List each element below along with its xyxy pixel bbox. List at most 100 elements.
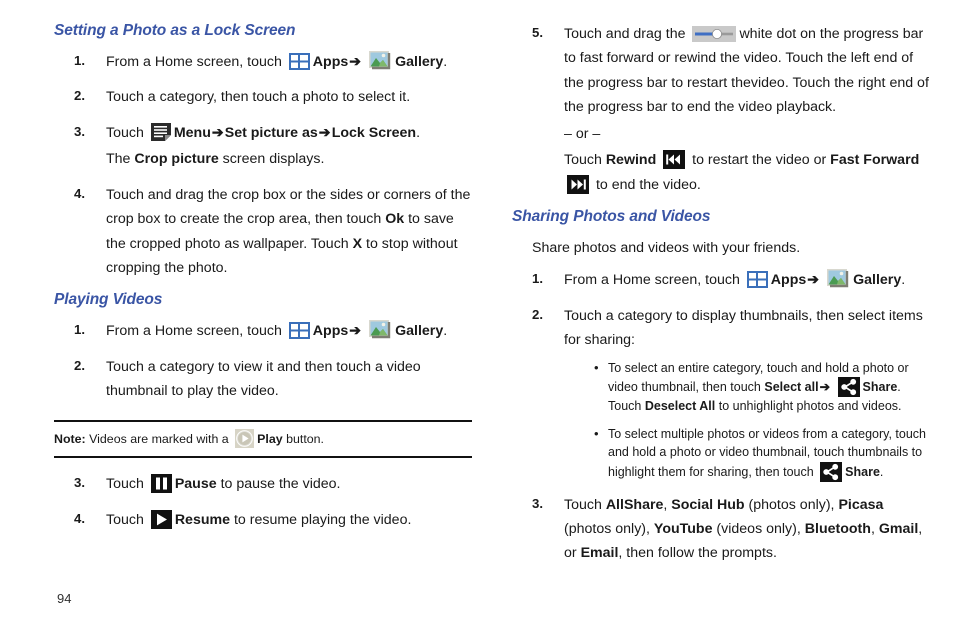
- select-all-label: Select all: [764, 380, 819, 395]
- apps-label: Apps: [770, 272, 807, 289]
- heading-setting-photo-lock-screen: Setting a Photo as a Lock Screen: [54, 22, 296, 39]
- arrow-icon: ➔: [318, 124, 331, 141]
- lock-screen-steps: 1. From a Home screen, touch Apps➔ Galle…: [54, 50, 472, 280]
- period: .: [416, 124, 421, 141]
- arrow-icon: ➔: [807, 272, 820, 289]
- apps-grid-icon[interactable]: [288, 322, 310, 340]
- share-nodes-icon[interactable]: [837, 377, 860, 398]
- step-item: 3. Touch Menu➔Set picture as➔Lock Screen…: [54, 121, 472, 172]
- right-column: 5. Touch and drag the white dot on the p…: [512, 22, 930, 577]
- page-number: 94: [57, 591, 72, 606]
- ok-label: Ok: [385, 211, 405, 228]
- rewind-label: Rewind: [605, 152, 657, 169]
- arrow-icon: ➔: [349, 323, 362, 340]
- step-text: Touch a category to display thumbnails, …: [564, 307, 923, 349]
- step-number: 2.: [74, 88, 85, 104]
- step-number: 3.: [74, 475, 85, 491]
- step-item: 1. From a Home screen, touch Apps➔ Galle…: [54, 50, 472, 74]
- gallery-photo-icon[interactable]: [369, 320, 392, 339]
- text: to restart the video or: [688, 152, 831, 169]
- step-number: 1.: [74, 322, 85, 338]
- apps-label: Apps: [312, 323, 349, 340]
- arrow-icon: ➔: [819, 380, 831, 395]
- text: to end the video.: [592, 176, 701, 193]
- step-number: 4.: [74, 185, 85, 201]
- play-circle-icon[interactable]: [235, 428, 255, 448]
- fast-forward-icon[interactable]: [567, 174, 589, 194]
- resume-play-icon[interactable]: [150, 509, 172, 529]
- pause-icon[interactable]: [150, 474, 172, 494]
- apps-grid-icon[interactable]: [288, 53, 310, 70]
- apps-label: Apps: [312, 54, 349, 70]
- step-text: Touch: [106, 476, 144, 493]
- share-nodes-icon[interactable]: [820, 461, 843, 482]
- step-item: 2. Touch a category, then touch a photo …: [54, 85, 472, 109]
- play-label: Play: [257, 431, 283, 446]
- step-number: 3.: [532, 495, 543, 511]
- list-item: To select an entire category, touch and …: [594, 358, 930, 416]
- step-item: 1. From a Home screen, touch Apps➔ Galle…: [512, 268, 930, 292]
- pause-resume-steps: 3. Touch Pause to pause the video. 4. To…: [54, 472, 472, 532]
- manual-page: Setting a Photo as a Lock Screen 1. From…: [0, 0, 954, 636]
- gallery-label: Gallery: [395, 323, 444, 340]
- step-text: Touch: [564, 496, 606, 513]
- crop-picture-note: The Crop picture screen displays.: [106, 147, 472, 171]
- progress-slider-icon[interactable]: [692, 26, 737, 42]
- arrow-icon: ➔: [211, 124, 224, 141]
- step-number: 4.: [74, 510, 85, 526]
- text: The: [106, 151, 135, 168]
- x-label: X: [352, 235, 363, 252]
- note-text: Videos are marked with a: [85, 431, 229, 446]
- period: .: [443, 323, 448, 340]
- rewind-icon[interactable]: [663, 150, 686, 170]
- step-item: 2. Touch a category to display thumbnail…: [512, 304, 930, 482]
- step-number: 5.: [532, 25, 543, 40]
- step-text: Touch: [106, 511, 144, 528]
- gallery-photo-icon[interactable]: [827, 269, 850, 288]
- lock-screen-label: Lock Screen: [331, 124, 417, 141]
- pause-label: Pause: [174, 476, 217, 493]
- picasa-label: Picasa: [838, 496, 884, 513]
- gmail-label: Gmail: [878, 521, 919, 538]
- step-number: 1.: [532, 271, 543, 287]
- step-item: 3. Touch Pause to pause the video.: [54, 472, 472, 496]
- or-separator: – or –: [564, 125, 601, 142]
- step-text: From a Home screen, touch: [106, 323, 282, 340]
- crop-picture-label: Crop picture: [134, 151, 219, 168]
- step-text: Touch: [106, 124, 144, 141]
- step-text: Touch and drag the: [564, 26, 686, 42]
- resume-label: Resume: [174, 511, 231, 528]
- email-label: Email: [580, 545, 619, 562]
- fast-forward-label: Fast Forward: [830, 152, 920, 169]
- list-item: To select multiple photos or videos from…: [594, 424, 930, 482]
- arrow-icon: ➔: [349, 54, 362, 70]
- menu-list-icon[interactable]: [150, 122, 171, 141]
- step-item: 1. From a Home screen, touch Apps➔ Galle…: [54, 319, 472, 343]
- sharing-steps: 1. From a Home screen, touch Apps➔ Galle…: [512, 268, 930, 566]
- share-label: Share: [862, 380, 898, 395]
- heading-sharing-photos-videos: Sharing Photos and Videos: [512, 207, 711, 225]
- text: screen displays.: [218, 151, 325, 168]
- step-item: 3. Touch AllShare, Social Hub (photos on…: [512, 493, 930, 566]
- selection-bullets: To select an entire category, touch and …: [564, 358, 930, 482]
- rewind-fastforward-text: Touch Rewind to restart the video or Fas…: [564, 148, 930, 197]
- period: .: [443, 54, 448, 70]
- menu-label: Menu: [173, 124, 211, 141]
- period: .: [901, 272, 906, 289]
- step-text: ,: [870, 521, 879, 538]
- step-number: 2.: [532, 306, 543, 322]
- left-column: Setting a Photo as a Lock Screen 1. From…: [54, 22, 472, 543]
- step-text: to resume playing the video.: [230, 511, 412, 528]
- step-text: to pause the video.: [216, 476, 341, 493]
- step-text: (photos only),: [564, 521, 654, 538]
- step-text: Touch a category, then touch a photo to …: [106, 89, 411, 106]
- deselect-all-label: Deselect All: [644, 399, 716, 414]
- apps-grid-icon[interactable]: [746, 271, 768, 289]
- step-item: 5. Touch and drag the white dot on the p…: [512, 22, 930, 197]
- gallery-photo-icon[interactable]: [369, 51, 392, 70]
- gallery-label: Gallery: [395, 54, 444, 70]
- step-text: Touch a category to view it and then tou…: [106, 358, 421, 400]
- step-item: 4. Touch Resume to resume playing the vi…: [54, 508, 472, 532]
- step-number: 3.: [74, 123, 85, 139]
- step-item: 4. Touch and drag the crop box or the si…: [54, 183, 472, 281]
